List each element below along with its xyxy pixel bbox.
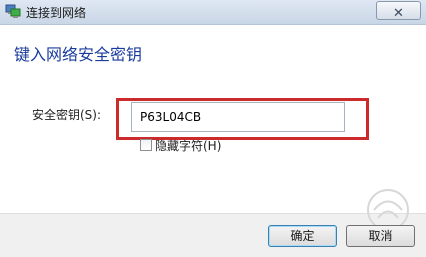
window-title: 连接到网络 xyxy=(26,6,87,20)
dialog-heading: 键入网络安全密钥 xyxy=(14,45,143,64)
close-icon: ✕ xyxy=(393,6,404,21)
title-bar: 连接到网络 ✕ xyxy=(0,0,426,25)
ok-button[interactable]: 确定 xyxy=(268,225,337,247)
hide-characters-label[interactable]: 隐藏字符(H) xyxy=(155,137,221,154)
hide-characters-checkbox[interactable] xyxy=(140,139,152,151)
network-connect-icon xyxy=(5,3,21,19)
connect-to-network-dialog: 连接到网络 ✕ 键入网络安全密钥 安全密钥(S): 隐藏字符(H) 确定 取消 xyxy=(0,0,426,257)
security-key-input[interactable] xyxy=(131,102,345,132)
security-key-label: 安全密钥(S): xyxy=(32,108,102,122)
close-button[interactable]: ✕ xyxy=(376,1,421,21)
cancel-button[interactable]: 取消 xyxy=(346,225,415,247)
